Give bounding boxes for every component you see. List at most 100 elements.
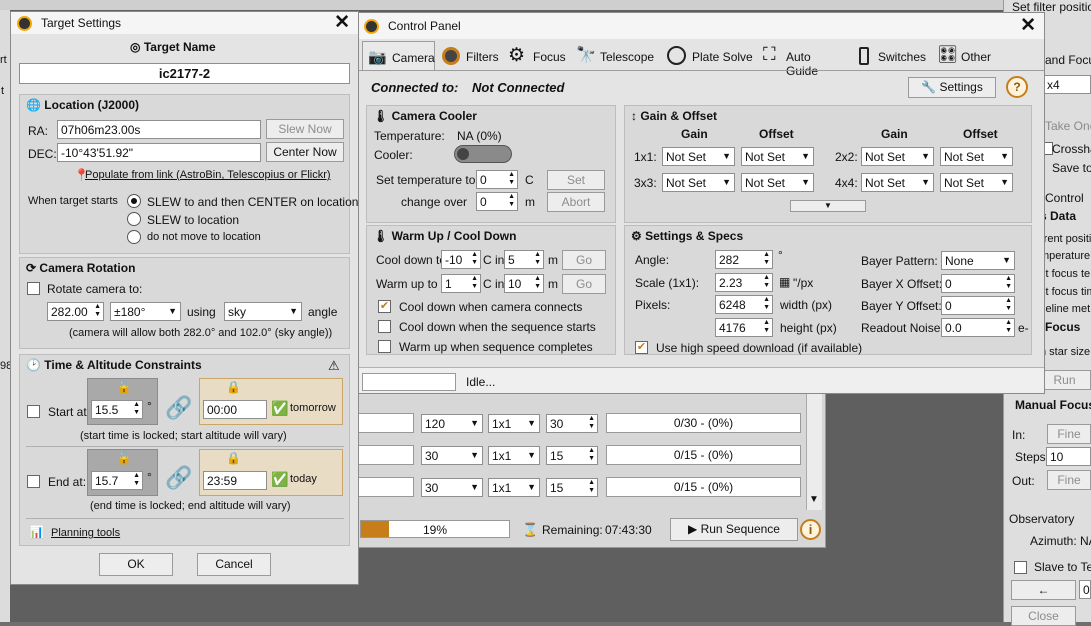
info-icon[interactable]: i — [800, 519, 821, 540]
end-time-input[interactable]: 23:59 — [203, 471, 267, 490]
gain-4x4-select[interactable]: Not Set — [861, 173, 934, 192]
seq-row-1-count[interactable]: 30 — [546, 414, 598, 433]
end-at-checkbox[interactable] — [27, 475, 40, 488]
cool-in-input[interactable]: 5 — [504, 250, 544, 269]
gain-3x3-select[interactable]: Not Set — [662, 173, 735, 192]
tab-telescope[interactable]: 🔭 Telescope — [574, 43, 656, 69]
cool-on-connect-checkbox[interactable]: ✔ — [378, 300, 391, 313]
target-name-input[interactable]: ic2177-2 — [19, 63, 350, 84]
slew-now-button[interactable]: Slew Now — [266, 119, 344, 139]
fine-in-button[interactable]: Fine — [1047, 424, 1091, 444]
offset-2x2-select[interactable]: Not Set — [940, 147, 1013, 166]
start-time-check-icon: ✅ — [271, 400, 289, 416]
rotation-tolerance-select[interactable]: ±180° — [110, 302, 181, 321]
seq-row-1-exposure[interactable]: 120 — [421, 414, 483, 433]
set-temp-input[interactable]: 0 — [476, 170, 518, 189]
left-arrow-button[interactable]: ← — [1011, 580, 1076, 600]
settings-button[interactable]: 🔧 Settings — [908, 77, 996, 98]
seq-row-3-bin[interactable]: 1x1 — [488, 478, 540, 497]
radio-no-move[interactable] — [127, 230, 141, 244]
start-altitude-input[interactable]: 15.5 — [91, 400, 143, 419]
close-icon-2[interactable]: ✕ — [334, 11, 350, 34]
link-chain-icon-2[interactable]: 🔗 — [165, 465, 192, 491]
scroll-down-icon[interactable]: ▼ — [809, 494, 819, 505]
bayer-y-input[interactable]: 0 — [941, 296, 1015, 315]
seq-row-3-count[interactable]: 15 — [546, 478, 598, 497]
gain-1x1-select[interactable]: Not Set — [662, 147, 735, 166]
warm-go-button[interactable]: Go — [562, 274, 606, 294]
warm-up-input[interactable]: 1 — [441, 274, 481, 293]
cancel-button[interactable]: Cancel — [197, 553, 271, 576]
ok-button[interactable]: OK — [99, 553, 173, 576]
cooler-toggle[interactable] — [454, 145, 512, 163]
bayer-x-input[interactable]: 0 — [941, 274, 1015, 293]
ra-input[interactable]: 07h06m23.00s — [57, 120, 261, 139]
angle-input[interactable]: 282 — [715, 250, 773, 269]
seq-row-2-count[interactable]: 15 — [546, 446, 598, 465]
center-now-button[interactable]: Center Now — [266, 142, 344, 162]
gain-2x2-select[interactable]: Not Set — [861, 147, 934, 166]
seq-row-1-bin[interactable]: 1x1 — [488, 414, 540, 433]
start-at-checkbox[interactable] — [27, 405, 40, 418]
seq-row-1-filter[interactable] — [358, 413, 414, 433]
rotation-ref-select[interactable]: sky — [224, 302, 302, 321]
run-sequence-button[interactable]: ▶ Run Sequence — [670, 518, 798, 541]
close-icon[interactable]: ✕ — [1020, 14, 1036, 37]
sequence-scrollbar[interactable] — [806, 390, 822, 510]
tab-focus[interactable]: ⚙ Focus — [506, 43, 568, 69]
seq-row-2-bin[interactable]: 1x1 — [488, 446, 540, 465]
tab-camera[interactable]: 📷 Camera — [362, 41, 435, 71]
warm-on-complete-checkbox[interactable] — [378, 340, 391, 353]
tab-filters[interactable]: Filters — [440, 43, 502, 69]
connected-value: Not Connected — [472, 80, 565, 95]
run-focus-button[interactable]: Run — [1038, 370, 1091, 390]
seq-row-3-filter[interactable] — [358, 477, 414, 497]
width-input[interactable]: 6248 — [715, 295, 773, 314]
rotation-input[interactable]: 282.00 — [47, 302, 104, 321]
start-time-input[interactable]: 00:00 — [203, 400, 267, 419]
change-over-input[interactable]: 0 — [476, 192, 518, 211]
expand-bins-button[interactable]: ▼ — [790, 200, 866, 212]
bayer-x-label: Bayer X Offset: — [861, 277, 943, 291]
planning-tools-link[interactable]: Planning tools — [51, 527, 120, 539]
ok-button-label: OK — [127, 557, 145, 571]
seq-row-3-exposure[interactable]: 30 — [421, 478, 483, 497]
readout-input[interactable]: 0.0 — [941, 318, 1015, 337]
rotate-camera-checkbox[interactable] — [27, 282, 40, 295]
set-temp-button[interactable]: Set — [547, 170, 605, 190]
focus-bin-select[interactable]: x4 — [1043, 75, 1091, 94]
end-altitude-input[interactable]: 15.7 — [91, 471, 143, 490]
scale-input[interactable]: 2.23 — [715, 273, 773, 292]
coord-input[interactable]: 0. — [1079, 580, 1091, 599]
offset-3x3-select[interactable]: Not Set — [741, 173, 814, 192]
cool-on-start-checkbox[interactable] — [378, 320, 391, 333]
cool-down-input[interactable]: -10 — [441, 250, 481, 269]
warm-in-input[interactable]: 10 — [504, 274, 544, 293]
dec-input[interactable]: -10°43'51.92" — [57, 143, 261, 162]
calculator-icon[interactable]: ▦ — [779, 275, 790, 289]
offset-4x4-select[interactable]: Not Set — [940, 173, 1013, 192]
offset-1x1-select[interactable]: Not Set — [741, 147, 814, 166]
tab-switches[interactable]: Switches — [855, 43, 927, 69]
radio-slew[interactable] — [127, 212, 141, 226]
abort-button[interactable]: Abort — [547, 192, 605, 212]
height-input[interactable]: 4176 — [715, 318, 773, 337]
tab-auto-guide[interactable]: ⛶ Auto Guide — [761, 43, 845, 78]
fine-out-button[interactable]: Fine — [1047, 470, 1091, 490]
seq-row-2-exposure[interactable]: 30 — [421, 446, 483, 465]
high-speed-checkbox[interactable]: ✔ — [635, 341, 648, 354]
take-one-button[interactable]: Take One — [1045, 119, 1091, 133]
tab-plate-solve[interactable]: Plate Solve — [665, 43, 753, 69]
bayer-pattern-select[interactable]: None — [941, 251, 1015, 270]
steps-input[interactable]: 10 — [1046, 447, 1091, 466]
link-chain-icon[interactable]: 🔗 — [165, 395, 192, 421]
help-icon[interactable]: ? — [1006, 76, 1028, 98]
target-name-heading: ◎ Target Name — [130, 40, 216, 54]
close-button[interactable]: Close — [1011, 606, 1076, 626]
populate-link[interactable]: Populate from link (AstroBin, Telescopiu… — [85, 169, 331, 181]
cool-go-button[interactable]: Go — [562, 250, 606, 270]
slave-checkbox[interactable] — [1014, 561, 1027, 574]
seq-row-2-filter[interactable] — [358, 445, 414, 465]
tab-other[interactable]: 🎛 Other — [935, 43, 997, 69]
radio-slew-center[interactable] — [127, 194, 141, 208]
